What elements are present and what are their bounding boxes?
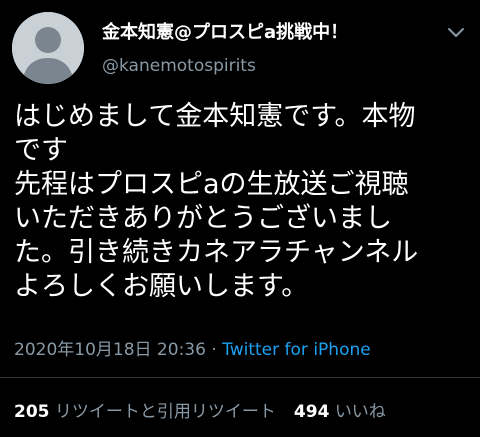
tweet-line: です (14, 135, 68, 166)
divider (0, 377, 480, 378)
default-avatar-icon (12, 12, 84, 84)
tweet-timestamp[interactable]: 2020年10月18日 20:36 (14, 340, 206, 360)
tweet-card: 金本知憲@プロスピa挑戦中！ @kanemotospirits はじめまして金本… (0, 0, 480, 437)
tweet-line: よろしくお願いします。 (14, 271, 309, 302)
meta-separator: · (205, 340, 223, 360)
avatar[interactable] (12, 12, 84, 84)
likes-count: 494 (293, 402, 330, 422)
retweets-stat[interactable]: 205 リツイートと引用リツイート (14, 402, 276, 422)
tweet-line: いただきありがとうございまし (14, 203, 392, 234)
tweet-source-link[interactable]: Twitter for iPhone (222, 340, 371, 360)
likes-stat[interactable]: 494 いいね (294, 402, 386, 422)
tweet-menu-button[interactable] (444, 20, 468, 44)
display-name[interactable]: 金本知憲@プロスピa挑戦中！ (102, 18, 348, 44)
tweet-line: た。引き続きカネアラチャンネル (14, 237, 419, 268)
likes-label: いいね (334, 402, 386, 422)
user-handle[interactable]: @kanemotospirits (102, 56, 256, 76)
tweet-line: 先程はプロスピaの生放送ご視聴 (14, 169, 409, 200)
tweet-text: はじめまして金本知憲です。本物 です 先程はプロスピaの生放送ご視聴 いただきあ… (14, 100, 474, 304)
chevron-down-icon (448, 28, 464, 37)
retweets-count: 205 (14, 402, 50, 422)
tweet-line: はじめまして金本知憲です。本物 (14, 101, 416, 132)
tweet-meta: 2020年10月18日 20:36 · Twitter for iPhone (14, 335, 371, 360)
tweet-stats: 205 リツイートと引用リツイート 494 いいね (14, 397, 386, 422)
retweets-label: リツイートと引用リツイート (54, 402, 276, 422)
